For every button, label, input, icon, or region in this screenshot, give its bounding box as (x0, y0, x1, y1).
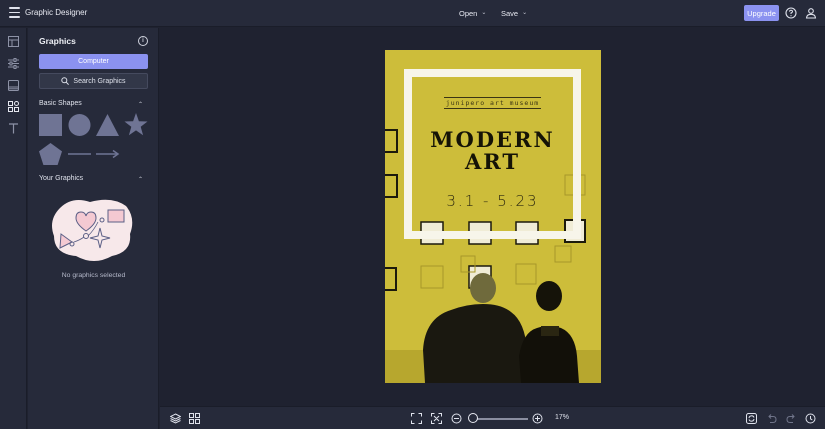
computer-upload-button[interactable]: Computer (39, 54, 148, 69)
triangle-shape[interactable] (96, 114, 119, 136)
chevron-down-icon: ⌄ (481, 10, 487, 16)
empty-graphics-illustration (52, 199, 133, 261)
fit-width-icon[interactable] (431, 413, 442, 424)
panel-title: Graphics (39, 36, 76, 46)
poster-title-line1: MODERN (430, 127, 555, 152)
grid-icon[interactable] (189, 413, 200, 424)
poster-title-frame[interactable]: junipero art museum MODERN ART 3.1 - 5.2… (404, 69, 581, 239)
tool-rail (0, 28, 27, 429)
pentagon-shape[interactable] (39, 143, 62, 165)
zoom-percentage[interactable]: 17% (555, 414, 569, 421)
app-title: Graphic Designer (25, 8, 88, 17)
poster-date[interactable]: 3.1 - 5.23 (412, 192, 573, 210)
graphics-icon[interactable] (8, 101, 19, 112)
canvas-area[interactable]: junipero art museum MODERN ART 3.1 - 5.2… (160, 28, 825, 406)
save-label: Save (501, 9, 519, 18)
chevron-down-icon: ⌄ (522, 10, 528, 16)
upgrade-button[interactable]: Upgrade (744, 5, 779, 21)
basic-shapes-heading: Basic Shapes (39, 100, 82, 107)
zoom-slider-track[interactable] (470, 418, 528, 420)
text-icon[interactable] (8, 123, 19, 134)
top-bar: Graphic Designer Open ⌄ Save ⌄ Upgrade (0, 0, 825, 27)
image-icon[interactable] (8, 80, 19, 91)
open-label: Open (459, 9, 478, 18)
info-icon[interactable]: i (138, 36, 148, 46)
square-shape[interactable] (39, 114, 62, 136)
search-graphics-label: Search Graphics (73, 77, 126, 85)
search-icon (61, 77, 70, 85)
templates-icon[interactable] (8, 36, 19, 47)
zoom-in-icon[interactable] (532, 413, 543, 424)
poster-artboard[interactable]: junipero art museum MODERN ART 3.1 - 5.2… (385, 50, 601, 383)
open-dropdown[interactable]: Open ⌄ (459, 6, 486, 21)
poster-subtitle[interactable]: junipero art museum (412, 97, 573, 109)
adjust-icon[interactable] (8, 58, 19, 69)
bottom-bar: 17% (160, 406, 825, 429)
layers-icon[interactable] (170, 413, 181, 424)
line-shape[interactable] (68, 148, 91, 160)
star-shape[interactable] (124, 113, 148, 136)
your-graphics-heading: Your Graphics (39, 175, 84, 182)
help-icon[interactable] (785, 7, 797, 19)
save-dropdown[interactable]: Save ⌄ (501, 6, 527, 21)
poster-title[interactable]: MODERN ART (412, 129, 573, 173)
arrow-shape[interactable] (96, 148, 120, 160)
fit-screen-icon[interactable] (411, 413, 422, 424)
zoom-slider-handle[interactable] (467, 413, 478, 423)
undo-icon[interactable] (766, 413, 777, 424)
chevron-up-icon[interactable]: ⌃ (138, 101, 143, 108)
zoom-out-icon[interactable] (451, 413, 462, 424)
graphics-panel: Graphics i Computer Search Graphics Basi… (28, 28, 159, 429)
chevron-up-icon[interactable]: ⌃ (138, 176, 143, 183)
poster-title-line2: ART (464, 149, 520, 174)
user-icon[interactable] (805, 7, 817, 19)
circle-shape[interactable] (68, 114, 91, 136)
history-icon[interactable] (805, 413, 816, 424)
empty-caption: No graphics selected (61, 272, 126, 279)
menu-icon[interactable] (9, 7, 20, 18)
sync-icon[interactable] (746, 413, 757, 424)
search-graphics-button[interactable]: Search Graphics (39, 73, 148, 89)
redo-icon[interactable] (786, 413, 797, 424)
